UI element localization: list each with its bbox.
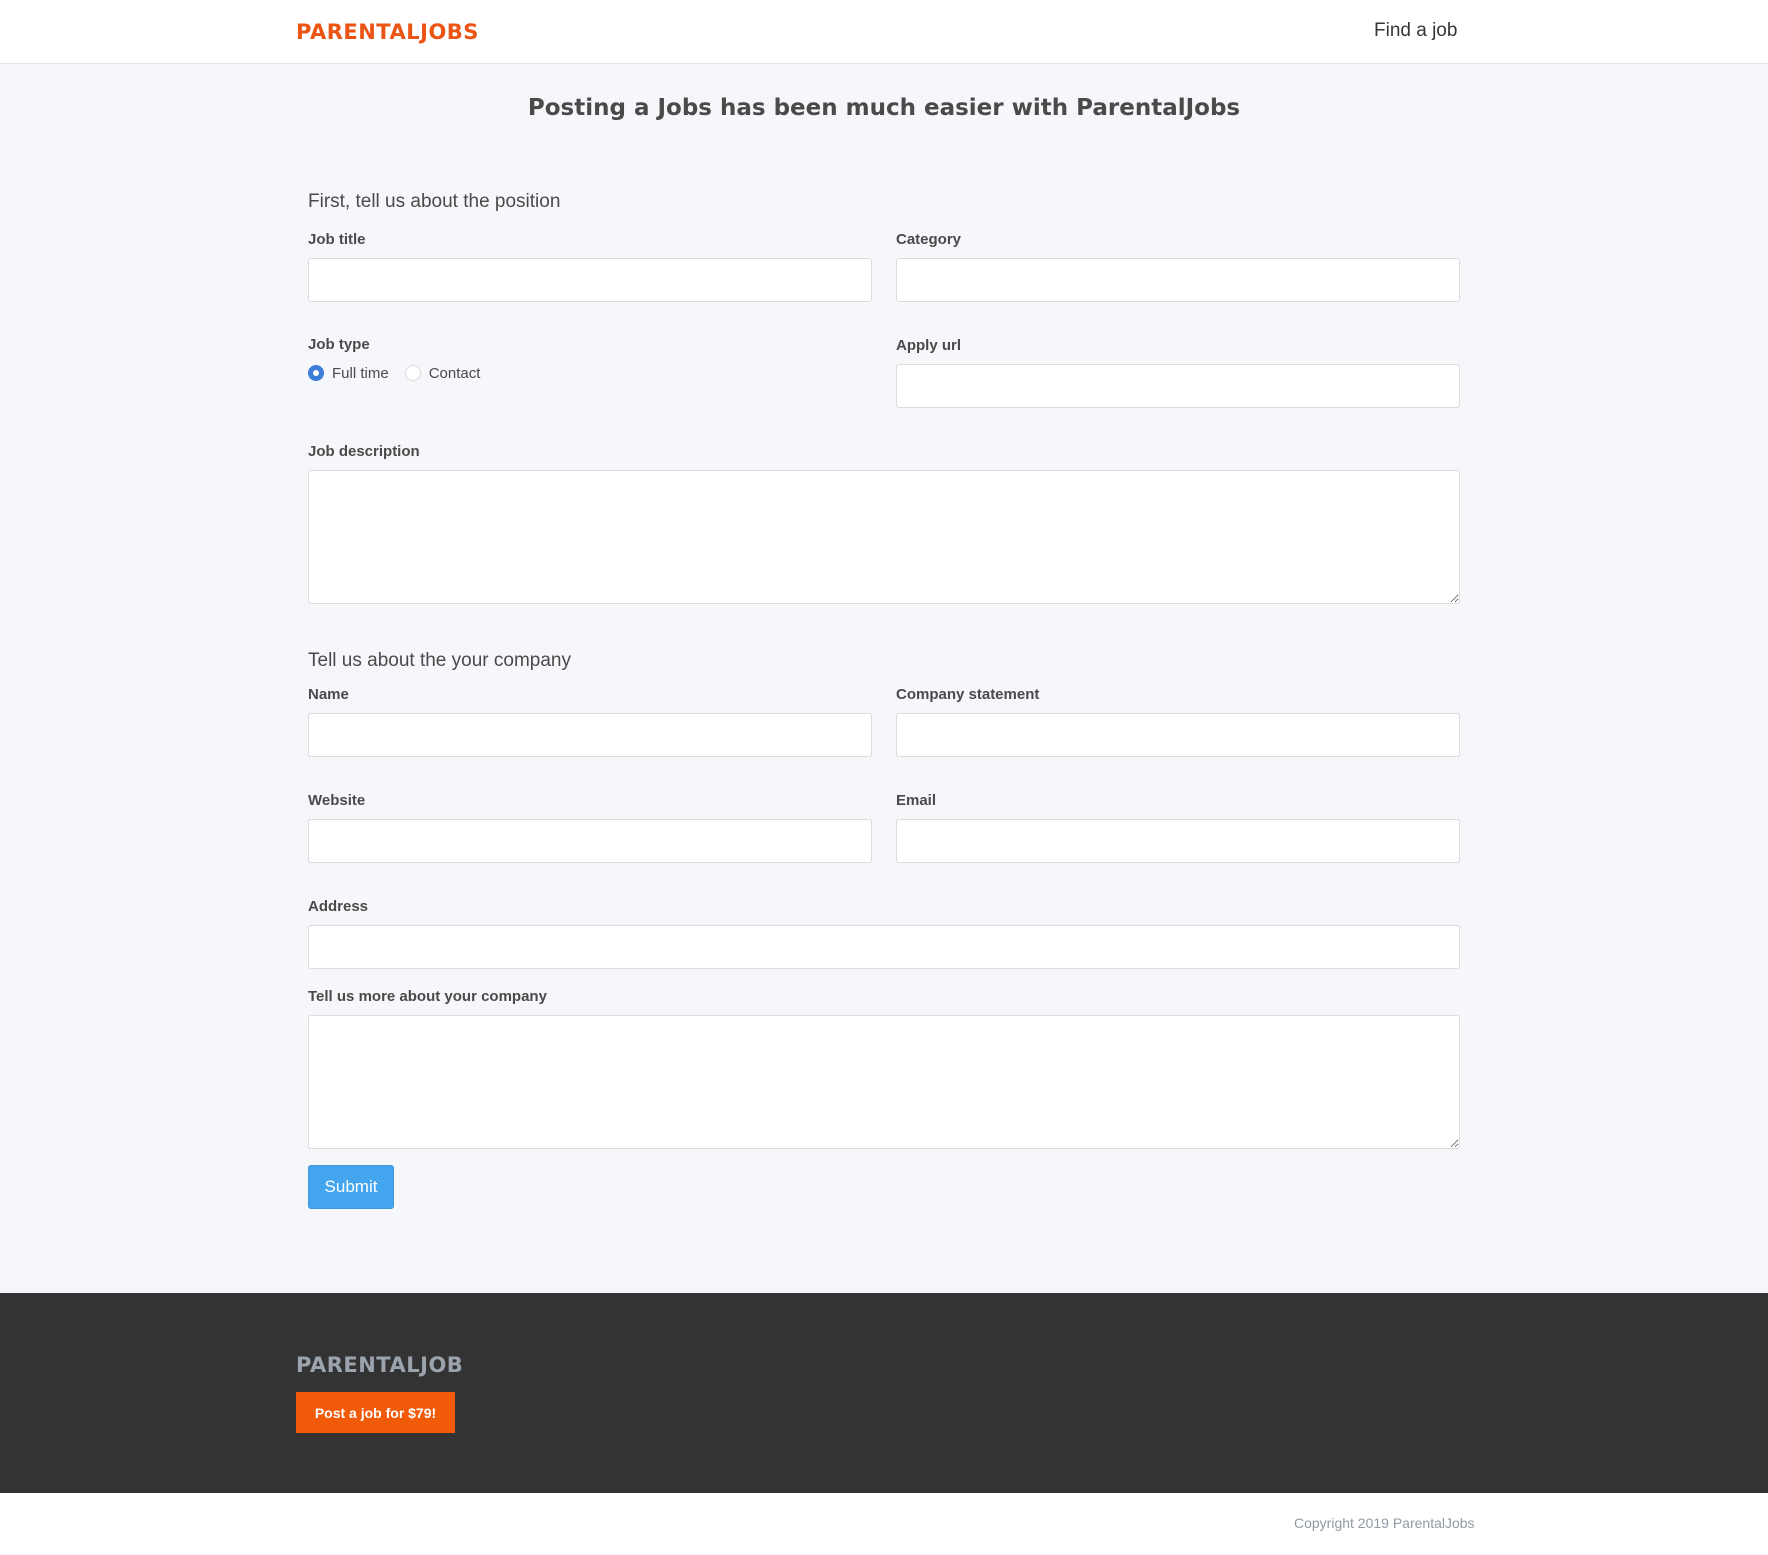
brand-logo[interactable]: PARENTALJOBS: [296, 20, 479, 44]
email-input[interactable]: [896, 819, 1460, 863]
top-navbar: PARENTALJOBS Find a job: [0, 0, 1768, 64]
job-type-option-label: Contact: [428, 364, 481, 382]
job-description-textarea[interactable]: [308, 470, 1460, 604]
page-title: Posting a Jobs has been much easier with…: [527, 95, 1241, 121]
post-job-button[interactable]: Post a job for $79!: [296, 1392, 455, 1433]
job-title-label: Job title: [308, 231, 366, 248]
company-name-input[interactable]: [308, 713, 872, 757]
job-type-radio-group: Full time Contact: [308, 363, 480, 383]
footer: PARENTALJOB Post a job for $79!: [0, 1293, 1768, 1493]
category-label: Category: [896, 231, 962, 248]
radio-unchecked-icon: [404, 365, 421, 381]
address-input[interactable]: [308, 925, 1460, 969]
email-label: Email: [896, 792, 937, 809]
job-type-full-time-radio[interactable]: Full time: [308, 365, 389, 382]
website-input[interactable]: [308, 819, 872, 863]
job-type-option-label: Full time: [332, 364, 389, 382]
copyright-bar: Copyright 2019 ParentalJobs: [0, 1493, 1768, 1555]
footer-brand-logo: PARENTALJOB: [296, 1353, 464, 1377]
job-type-contact-radio[interactable]: Contact: [404, 364, 481, 382]
submit-button[interactable]: Submit: [308, 1165, 394, 1209]
main-content: Posting a Jobs has been much easier with…: [0, 65, 1768, 1293]
company-statement-input[interactable]: [896, 713, 1460, 757]
company-more-label: Tell us more about your company: [308, 988, 547, 1005]
job-title-input[interactable]: [308, 258, 872, 302]
company-more-textarea[interactable]: [308, 1015, 1460, 1149]
position-section-title: First, tell us about the position: [308, 191, 561, 212]
company-statement-label: Company statement: [896, 686, 1040, 703]
radio-checked-icon: [308, 365, 324, 381]
apply-url-label: Apply url: [896, 337, 962, 354]
company-section-title: Tell us about the your company: [308, 650, 571, 671]
job-type-label: Job type: [308, 336, 370, 353]
job-description-label: Job description: [308, 443, 420, 460]
company-name-label: Name: [308, 686, 349, 703]
category-input[interactable]: [896, 258, 1460, 302]
address-label: Address: [308, 898, 369, 915]
website-label: Website: [308, 792, 366, 809]
nav-find-job-link[interactable]: Find a job: [1374, 20, 1457, 42]
copyright-text: Copyright 2019 ParentalJobs: [1294, 1515, 1475, 1531]
apply-url-input[interactable]: [896, 364, 1460, 408]
